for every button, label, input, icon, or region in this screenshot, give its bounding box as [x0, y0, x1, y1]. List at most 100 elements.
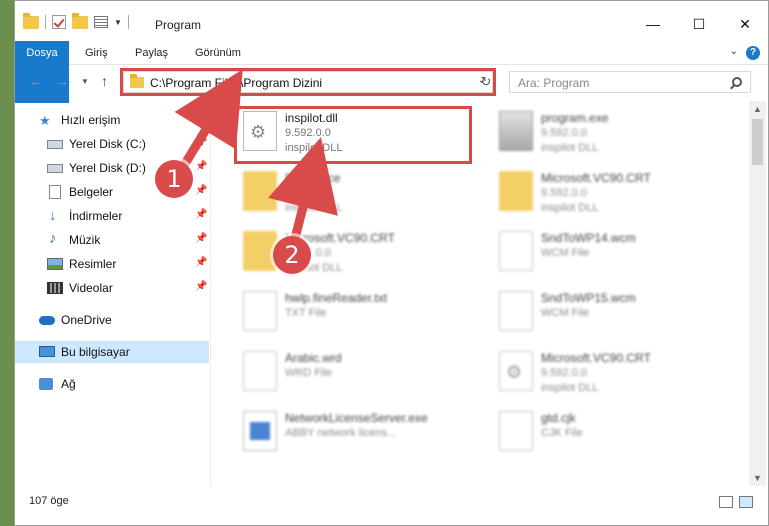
file-name: Arabic.wrd — [285, 351, 342, 365]
file-description: inspilot DLL — [541, 142, 599, 154]
sidebar-item-this-pc[interactable]: Bu bilgisayar — [15, 341, 209, 363]
file-name: SndToWP14.wcm — [541, 231, 636, 245]
details-view-icon[interactable] — [719, 496, 733, 508]
file-name: Reference — [285, 171, 341, 185]
file-type: WCM File — [541, 307, 590, 319]
sidebar-item-videos[interactable]: Videolar 📌 — [15, 277, 209, 299]
window-controls: — ☐ ✕ — [630, 9, 768, 39]
close-button[interactable]: ✕ — [722, 9, 768, 39]
file-version: 9.592.0.0 — [541, 187, 587, 199]
pin-icon[interactable]: 📌 — [195, 233, 207, 244]
navigation-pane: Hızlı erişim Yerel Disk (C:) 📌 Yerel Dis… — [15, 101, 211, 486]
drive-icon — [47, 164, 63, 173]
window-title: Program — [155, 18, 202, 32]
sidebar-item-pictures[interactable]: Resimler 📌 — [15, 253, 209, 275]
scrollbar-thumb[interactable] — [752, 119, 763, 165]
file-item[interactable]: hwlp.fineReader.txt TXT File — [235, 285, 485, 347]
up-icon[interactable]: ↑ — [101, 73, 108, 89]
file-version: 9.592.0.0 — [541, 127, 587, 139]
ribbon-tabs: Dosya Giriş Paylaş Görünüm ⌄ ? — [15, 41, 768, 103]
sidebar-item-label: Yerel Disk (D:) — [69, 161, 146, 175]
file-name: program.exe — [541, 111, 609, 125]
sidebar-item-network[interactable]: Ağ — [15, 373, 209, 395]
item-count: 107 öge — [29, 495, 69, 507]
sidebar-item-label: Resimler — [69, 257, 117, 271]
sidebar-item-label: Bu bilgisayar — [61, 345, 130, 359]
file-version: 9.592.0.0 — [285, 187, 331, 199]
file-description: inspilot DLL — [541, 382, 599, 394]
file-item[interactable]: Microsoft.VC90.CRT 9.592.0.0 inspilot DL… — [491, 345, 741, 407]
documents-icon — [49, 185, 61, 199]
file-item[interactable]: SndToWP15.wcm WCM File — [491, 285, 741, 347]
sidebar-item-label: Hızlı erişim — [61, 113, 121, 127]
tab-home[interactable]: Giriş — [85, 41, 108, 65]
file-name: gtd.cjk — [541, 411, 576, 425]
file-icon — [243, 351, 277, 391]
file-item[interactable]: program.exe 9.592.0.0 inspilot DLL — [491, 105, 741, 167]
file-name: Microsoft.VC90.CRT — [541, 171, 651, 185]
sidebar-item-onedrive[interactable]: OneDrive — [15, 309, 209, 331]
file-description: inspilot DLL — [541, 202, 599, 214]
app-icon — [243, 411, 277, 451]
folder-icon — [23, 12, 39, 29]
minimize-button[interactable]: — — [630, 9, 676, 39]
pin-icon[interactable]: 📌 — [195, 281, 207, 292]
folder-icon — [243, 171, 277, 211]
step-marker-1: 1 — [155, 160, 193, 198]
sidebar-item-local-disk-c[interactable]: Yerel Disk (C:) 📌 — [15, 133, 209, 155]
file-type: WRD File — [285, 367, 333, 379]
address-bar-highlight — [120, 68, 496, 96]
maximize-button[interactable]: ☐ — [676, 9, 722, 39]
forward-icon[interactable]: → — [55, 73, 69, 89]
file-icon — [499, 231, 533, 271]
file-item[interactable]: gtd.cjk CJK File — [491, 405, 741, 467]
large-icons-view-icon[interactable] — [739, 496, 753, 508]
quick-access-toolbar: ▼ — [23, 12, 129, 29]
chevron-down-icon[interactable]: ▼ — [114, 18, 122, 27]
pin-icon[interactable]: 📌 — [195, 257, 207, 268]
divider — [127, 15, 129, 29]
scroll-down-icon[interactable]: ▼ — [753, 473, 762, 483]
sidebar-item-music[interactable]: Müzik 📌 — [15, 229, 209, 251]
new-folder-icon[interactable] — [72, 12, 88, 29]
file-item[interactable]: NetworkLicenseServer.exe ABBY network li… — [235, 405, 485, 467]
file-item[interactable]: Microsoft.VC90.CRT 9.592.0.0 inspilot DL… — [491, 165, 741, 227]
search-box[interactable]: Ara: Program — [509, 71, 751, 93]
pin-icon[interactable]: 📌 — [195, 161, 207, 172]
drive-icon — [47, 140, 63, 149]
scroll-up-icon[interactable]: ▲ — [753, 104, 762, 114]
computer-icon — [39, 346, 55, 357]
pin-icon[interactable]: 📌 — [195, 209, 207, 220]
file-type: CJK File — [541, 427, 583, 439]
title-bar: ▼ Program — ☐ ✕ — [15, 1, 768, 41]
file-item[interactable]: Reference 9.592.0.0 inspilot DLL — [235, 165, 485, 227]
file-description: inspilot DLL — [285, 202, 343, 214]
file-type: TXT File — [285, 307, 327, 319]
file-name: hwlp.fineReader.txt — [285, 291, 388, 305]
search-icon — [732, 77, 742, 87]
help-icon[interactable]: ? — [746, 46, 760, 60]
file-icon — [243, 291, 277, 331]
back-icon[interactable]: ← — [29, 73, 43, 89]
file-type: WCM File — [541, 247, 590, 259]
exe-icon — [499, 111, 533, 151]
recent-locations-icon[interactable]: ▼ — [81, 77, 89, 86]
search-input[interactable]: Ara: Program — [518, 76, 589, 90]
expand-ribbon-icon[interactable]: ⌄ — [730, 46, 738, 57]
file-description: ABBY network licens... — [285, 427, 397, 439]
file-item[interactable]: Arabic.wrd WRD File — [235, 345, 485, 407]
pin-icon[interactable]: 📌 — [195, 137, 207, 148]
sidebar-item-quick-access[interactable]: Hızlı erişim — [15, 109, 209, 131]
sidebar-item-downloads[interactable]: İndirmeler 📌 — [15, 205, 209, 227]
tab-share[interactable]: Paylaş — [135, 41, 168, 65]
divider — [45, 15, 46, 29]
customize-icon[interactable] — [94, 16, 108, 28]
sidebar-item-label: Videolar — [69, 281, 113, 295]
vertical-scrollbar[interactable]: ▲ ▼ — [749, 101, 766, 486]
file-item[interactable]: SndToWP14.wcm WCM File — [491, 225, 741, 287]
properties-check-icon[interactable] — [52, 15, 66, 29]
pin-icon[interactable]: 📌 — [195, 185, 207, 196]
tab-view[interactable]: Görünüm — [195, 41, 241, 65]
folder-icon — [243, 231, 277, 271]
dll-icon — [499, 351, 533, 391]
